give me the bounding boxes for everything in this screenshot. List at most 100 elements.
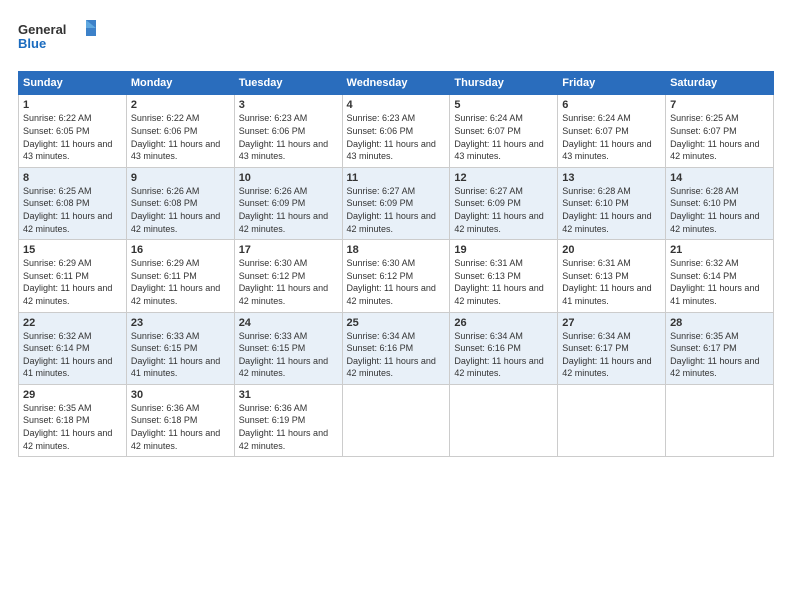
- day-content: Sunrise: 6:24 AMSunset: 6:07 PMDaylight:…: [454, 112, 553, 162]
- calendar-day-header: Wednesday: [342, 72, 450, 95]
- calendar-cell: 10Sunrise: 6:26 AMSunset: 6:09 PMDayligh…: [234, 167, 342, 239]
- calendar-cell: 26Sunrise: 6:34 AMSunset: 6:16 PMDayligh…: [450, 312, 558, 384]
- day-content: Sunrise: 6:22 AMSunset: 6:06 PMDaylight:…: [131, 112, 230, 162]
- calendar-week-row: 22Sunrise: 6:32 AMSunset: 6:14 PMDayligh…: [19, 312, 774, 384]
- day-content: Sunrise: 6:36 AMSunset: 6:19 PMDaylight:…: [239, 402, 338, 452]
- calendar-cell: 21Sunrise: 6:32 AMSunset: 6:14 PMDayligh…: [666, 240, 774, 312]
- header: General Blue: [18, 18, 774, 61]
- day-content: Sunrise: 6:33 AMSunset: 6:15 PMDaylight:…: [239, 330, 338, 380]
- calendar-cell: 18Sunrise: 6:30 AMSunset: 6:12 PMDayligh…: [342, 240, 450, 312]
- calendar-cell: 14Sunrise: 6:28 AMSunset: 6:10 PMDayligh…: [666, 167, 774, 239]
- calendar-cell: [450, 384, 558, 456]
- calendar-cell: 3Sunrise: 6:23 AMSunset: 6:06 PMDaylight…: [234, 95, 342, 167]
- calendar-cell: 8Sunrise: 6:25 AMSunset: 6:08 PMDaylight…: [19, 167, 127, 239]
- day-number: 26: [454, 317, 553, 329]
- page: General Blue SundayMondayTuesdayWednesda…: [0, 0, 792, 612]
- calendar-cell: 25Sunrise: 6:34 AMSunset: 6:16 PMDayligh…: [342, 312, 450, 384]
- calendar-cell: 6Sunrise: 6:24 AMSunset: 6:07 PMDaylight…: [558, 95, 666, 167]
- day-content: Sunrise: 6:28 AMSunset: 6:10 PMDaylight:…: [670, 185, 769, 235]
- day-number: 17: [239, 244, 338, 256]
- day-number: 3: [239, 99, 338, 111]
- day-content: Sunrise: 6:36 AMSunset: 6:18 PMDaylight:…: [131, 402, 230, 452]
- day-number: 4: [347, 99, 446, 111]
- logo-svg: General Blue: [18, 18, 98, 56]
- day-number: 9: [131, 172, 230, 184]
- calendar-cell: 27Sunrise: 6:34 AMSunset: 6:17 PMDayligh…: [558, 312, 666, 384]
- day-number: 10: [239, 172, 338, 184]
- day-content: Sunrise: 6:35 AMSunset: 6:17 PMDaylight:…: [670, 330, 769, 380]
- day-content: Sunrise: 6:34 AMSunset: 6:16 PMDaylight:…: [454, 330, 553, 380]
- calendar-cell: 28Sunrise: 6:35 AMSunset: 6:17 PMDayligh…: [666, 312, 774, 384]
- day-content: Sunrise: 6:29 AMSunset: 6:11 PMDaylight:…: [131, 257, 230, 307]
- day-content: Sunrise: 6:22 AMSunset: 6:05 PMDaylight:…: [23, 112, 122, 162]
- calendar-week-row: 29Sunrise: 6:35 AMSunset: 6:18 PMDayligh…: [19, 384, 774, 456]
- day-content: Sunrise: 6:31 AMSunset: 6:13 PMDaylight:…: [562, 257, 661, 307]
- logo-text: General Blue: [18, 18, 98, 61]
- day-content: Sunrise: 6:30 AMSunset: 6:12 PMDaylight:…: [239, 257, 338, 307]
- calendar-cell: 23Sunrise: 6:33 AMSunset: 6:15 PMDayligh…: [126, 312, 234, 384]
- calendar-cell: 24Sunrise: 6:33 AMSunset: 6:15 PMDayligh…: [234, 312, 342, 384]
- day-content: Sunrise: 6:34 AMSunset: 6:17 PMDaylight:…: [562, 330, 661, 380]
- svg-text:Blue: Blue: [18, 36, 46, 51]
- day-content: Sunrise: 6:23 AMSunset: 6:06 PMDaylight:…: [347, 112, 446, 162]
- calendar-cell: 1Sunrise: 6:22 AMSunset: 6:05 PMDaylight…: [19, 95, 127, 167]
- day-number: 18: [347, 244, 446, 256]
- day-content: Sunrise: 6:35 AMSunset: 6:18 PMDaylight:…: [23, 402, 122, 452]
- day-content: Sunrise: 6:33 AMSunset: 6:15 PMDaylight:…: [131, 330, 230, 380]
- calendar-cell: 20Sunrise: 6:31 AMSunset: 6:13 PMDayligh…: [558, 240, 666, 312]
- day-content: Sunrise: 6:28 AMSunset: 6:10 PMDaylight:…: [562, 185, 661, 235]
- day-content: Sunrise: 6:25 AMSunset: 6:08 PMDaylight:…: [23, 185, 122, 235]
- day-number: 8: [23, 172, 122, 184]
- calendar-day-header: Tuesday: [234, 72, 342, 95]
- day-number: 19: [454, 244, 553, 256]
- calendar-header-row: SundayMondayTuesdayWednesdayThursdayFrid…: [19, 72, 774, 95]
- calendar-day-header: Monday: [126, 72, 234, 95]
- calendar-cell: 16Sunrise: 6:29 AMSunset: 6:11 PMDayligh…: [126, 240, 234, 312]
- day-content: Sunrise: 6:31 AMSunset: 6:13 PMDaylight:…: [454, 257, 553, 307]
- day-number: 20: [562, 244, 661, 256]
- day-content: Sunrise: 6:27 AMSunset: 6:09 PMDaylight:…: [454, 185, 553, 235]
- calendar-week-row: 1Sunrise: 6:22 AMSunset: 6:05 PMDaylight…: [19, 95, 774, 167]
- calendar-cell: [558, 384, 666, 456]
- day-number: 24: [239, 317, 338, 329]
- calendar-table: SundayMondayTuesdayWednesdayThursdayFrid…: [18, 71, 774, 457]
- calendar-cell: 9Sunrise: 6:26 AMSunset: 6:08 PMDaylight…: [126, 167, 234, 239]
- day-number: 16: [131, 244, 230, 256]
- day-number: 22: [23, 317, 122, 329]
- day-content: Sunrise: 6:26 AMSunset: 6:08 PMDaylight:…: [131, 185, 230, 235]
- calendar-cell: 17Sunrise: 6:30 AMSunset: 6:12 PMDayligh…: [234, 240, 342, 312]
- calendar-day-header: Friday: [558, 72, 666, 95]
- calendar-cell: 19Sunrise: 6:31 AMSunset: 6:13 PMDayligh…: [450, 240, 558, 312]
- calendar-cell: 12Sunrise: 6:27 AMSunset: 6:09 PMDayligh…: [450, 167, 558, 239]
- day-content: Sunrise: 6:30 AMSunset: 6:12 PMDaylight:…: [347, 257, 446, 307]
- day-number: 31: [239, 389, 338, 401]
- calendar-day-header: Sunday: [19, 72, 127, 95]
- day-content: Sunrise: 6:32 AMSunset: 6:14 PMDaylight:…: [670, 257, 769, 307]
- calendar-week-row: 8Sunrise: 6:25 AMSunset: 6:08 PMDaylight…: [19, 167, 774, 239]
- day-number: 21: [670, 244, 769, 256]
- day-number: 2: [131, 99, 230, 111]
- calendar-cell: 29Sunrise: 6:35 AMSunset: 6:18 PMDayligh…: [19, 384, 127, 456]
- day-number: 27: [562, 317, 661, 329]
- day-number: 25: [347, 317, 446, 329]
- calendar-week-row: 15Sunrise: 6:29 AMSunset: 6:11 PMDayligh…: [19, 240, 774, 312]
- day-content: Sunrise: 6:23 AMSunset: 6:06 PMDaylight:…: [239, 112, 338, 162]
- logo: General Blue: [18, 18, 98, 61]
- day-number: 15: [23, 244, 122, 256]
- calendar-cell: [342, 384, 450, 456]
- calendar-cell: 22Sunrise: 6:32 AMSunset: 6:14 PMDayligh…: [19, 312, 127, 384]
- day-number: 23: [131, 317, 230, 329]
- day-content: Sunrise: 6:24 AMSunset: 6:07 PMDaylight:…: [562, 112, 661, 162]
- calendar-cell: 4Sunrise: 6:23 AMSunset: 6:06 PMDaylight…: [342, 95, 450, 167]
- day-number: 30: [131, 389, 230, 401]
- day-number: 28: [670, 317, 769, 329]
- calendar-day-header: Saturday: [666, 72, 774, 95]
- day-content: Sunrise: 6:34 AMSunset: 6:16 PMDaylight:…: [347, 330, 446, 380]
- day-number: 29: [23, 389, 122, 401]
- calendar-day-header: Thursday: [450, 72, 558, 95]
- day-number: 14: [670, 172, 769, 184]
- day-number: 7: [670, 99, 769, 111]
- calendar-cell: [666, 384, 774, 456]
- day-content: Sunrise: 6:29 AMSunset: 6:11 PMDaylight:…: [23, 257, 122, 307]
- calendar-cell: 15Sunrise: 6:29 AMSunset: 6:11 PMDayligh…: [19, 240, 127, 312]
